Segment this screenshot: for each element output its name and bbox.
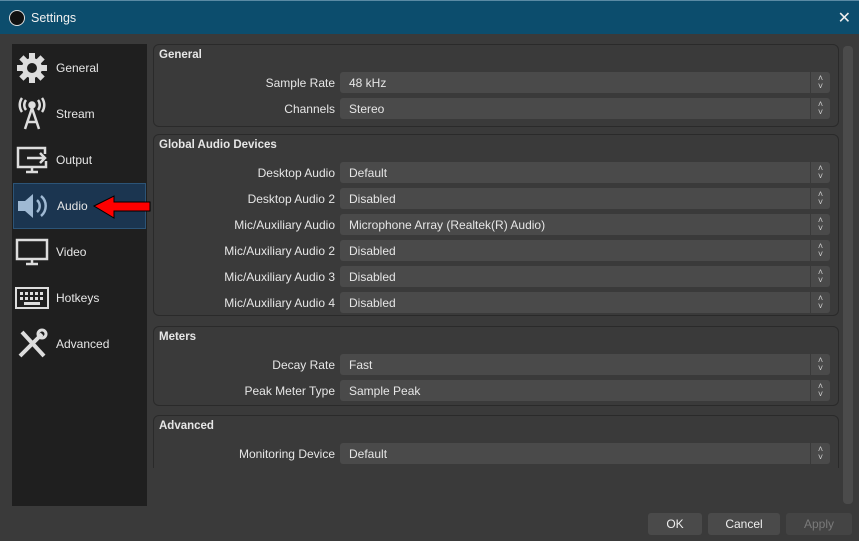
sidebar-item-label: Hotkeys: [56, 291, 100, 305]
group-advanced: Advanced Monitoring Device Default ˄ ˅: [153, 415, 839, 468]
select-value: Disabled: [349, 270, 396, 284]
group-global-audio-devices: Global Audio Devices Desktop Audio Defaul…: [153, 134, 839, 316]
channels-select[interactable]: Stereo ˄ ˅: [340, 98, 830, 119]
desktop-audio-row: Desktop Audio Default ˄ ˅: [154, 162, 839, 184]
select-value: Stereo: [349, 102, 385, 116]
field-label: Mic/Auxiliary Audio: [234, 218, 335, 232]
sidebar-item-general[interactable]: General: [13, 45, 146, 91]
sidebar-item-label: General: [56, 61, 99, 75]
tools-icon: [15, 327, 49, 361]
speaker-icon: [16, 189, 50, 223]
sidebar: General Stream Output Audio Video Hotkey…: [12, 44, 147, 506]
field-label: Monitoring Device: [238, 447, 335, 461]
field-label: Desktop Audio: [257, 166, 335, 180]
group-title: Meters: [159, 331, 197, 343]
updown-icon: ˄ ˅: [810, 98, 830, 119]
sidebar-item-label: Video: [56, 245, 87, 259]
select-value: Disabled: [349, 296, 396, 310]
sidebar-item-video[interactable]: Video: [13, 229, 146, 275]
mic-aux-audio-4-row: Mic/Auxiliary Audio 4 Disabled ˄ ˅: [154, 292, 839, 314]
group-meters: Meters Decay Rate Fast ˄ ˅ Peak Meter Type S…: [153, 326, 839, 406]
updown-icon: ˄ ˅: [810, 188, 830, 209]
obs-logo-icon: [9, 9, 25, 26]
desktop-audio-select[interactable]: Default ˄ ˅: [340, 162, 830, 183]
select-value: Microphone Array (Realtek(R) Audio): [349, 218, 546, 232]
gear-icon: [15, 51, 49, 85]
select-value: 48 kHz: [349, 76, 387, 90]
field-label: Mic/Auxiliary Audio 3: [224, 270, 335, 284]
sidebar-item-label: Audio: [57, 199, 88, 213]
group-general: General Sample Rate 48 kHz ˄ ˅ Channels Ster…: [153, 44, 839, 127]
monitoring-device-row: Monitoring Device Default ˄ ˅: [154, 443, 839, 465]
mic-aux-audio-2-row: Mic/Auxiliary Audio 2 Disabled ˄ ˅: [154, 240, 839, 262]
updown-icon: ˄ ˅: [810, 354, 830, 375]
group-title: General: [159, 49, 202, 61]
select-value: Default: [349, 166, 388, 180]
settings-content: General Sample Rate 48 kHz ˄ ˅ Channels Ster…: [152, 44, 839, 468]
updown-icon: ˄ ˅: [810, 240, 830, 261]
select-value: Default: [349, 447, 388, 461]
updown-icon: ˄ ˅: [810, 292, 830, 313]
keyboard-icon: [15, 281, 49, 315]
vertical-scrollbar[interactable]: [843, 46, 853, 504]
field-label: Mic/Auxiliary Audio 2: [224, 244, 335, 258]
field-label: Peak Meter Type: [244, 384, 336, 398]
group-title: Global Audio Devices: [159, 139, 277, 151]
channels-row: Channels Stereo ˄ ˅: [154, 98, 839, 120]
antenna-icon: [15, 97, 49, 131]
decay-rate-select[interactable]: Fast ˄ ˅: [340, 354, 830, 375]
select-value: Disabled: [349, 192, 396, 206]
select-value: Disabled: [349, 244, 396, 258]
updown-icon: ˄ ˅: [810, 380, 830, 401]
sidebar-item-output[interactable]: Output: [13, 137, 146, 183]
sample-rate-select[interactable]: 48 kHz ˄ ˅: [340, 72, 830, 93]
mic-aux-audio-3-row: Mic/Auxiliary Audio 3 Disabled ˄ ˅: [154, 266, 839, 288]
sidebar-item-hotkeys[interactable]: Hotkeys: [13, 275, 146, 321]
updown-icon: ˄ ˅: [810, 72, 830, 93]
desktop-audio-2-row: Desktop Audio 2 Disabled ˄ ˅: [154, 188, 839, 210]
sidebar-item-advanced[interactable]: Advanced: [13, 321, 146, 367]
updown-icon: ˄ ˅: [810, 443, 830, 464]
group-title: Advanced: [159, 420, 214, 432]
cancel-button[interactable]: Cancel: [708, 513, 780, 535]
mic-aux-audio-row: Mic/Auxiliary Audio Microphone Array (Rea…: [154, 214, 839, 236]
updown-icon: ˄ ˅: [810, 162, 830, 183]
updown-icon: ˄ ˅: [810, 266, 830, 287]
field-label: Mic/Auxiliary Audio 4: [224, 296, 335, 310]
mic-aux-audio-3-select[interactable]: Disabled ˄ ˅: [340, 266, 830, 287]
mic-aux-audio-2-select[interactable]: Disabled ˄ ˅: [340, 240, 830, 261]
field-label: Sample Rate: [265, 76, 335, 90]
ok-button[interactable]: OK: [648, 513, 702, 535]
sidebar-item-label: Output: [56, 153, 93, 167]
monitoring-device-select[interactable]: Default ˄ ˅: [340, 443, 830, 464]
window-title: Settings: [31, 10, 77, 25]
mic-aux-audio-4-select[interactable]: Disabled ˄ ˅: [340, 292, 830, 313]
apply-button[interactable]: Apply: [786, 513, 852, 535]
select-value: Fast: [349, 358, 373, 372]
field-label: Desktop Audio 2: [247, 192, 335, 206]
output-monitor-icon: [15, 143, 49, 177]
updown-icon: ˄ ˅: [810, 214, 830, 235]
field-label: Channels: [284, 102, 335, 116]
monitor-icon: [15, 235, 49, 269]
peak-meter-type-select[interactable]: Sample Peak ˄ ˅: [340, 380, 830, 401]
sidebar-item-label: Stream: [56, 107, 95, 121]
red-arrow-annotation: [92, 195, 151, 219]
title-bar: Settings ✕: [0, 0, 859, 34]
sidebar-item-stream[interactable]: Stream: [13, 91, 146, 137]
peak-meter-type-row: Peak Meter Type Sample Peak ˄ ˅: [154, 380, 839, 402]
field-label: Decay Rate: [272, 358, 335, 372]
decay-rate-row: Decay Rate Fast ˄ ˅: [154, 354, 839, 376]
mic-aux-audio-select[interactable]: Microphone Array (Realtek(R) Audio) ˄ ˅: [340, 214, 830, 235]
desktop-audio-2-select[interactable]: Disabled ˄ ˅: [340, 188, 830, 209]
sample-rate-row: Sample Rate 48 kHz ˄ ˅: [154, 72, 839, 94]
sidebar-item-label: Advanced: [56, 337, 110, 351]
close-icon[interactable]: ✕: [838, 8, 851, 28]
select-value: Sample Peak: [349, 384, 421, 398]
